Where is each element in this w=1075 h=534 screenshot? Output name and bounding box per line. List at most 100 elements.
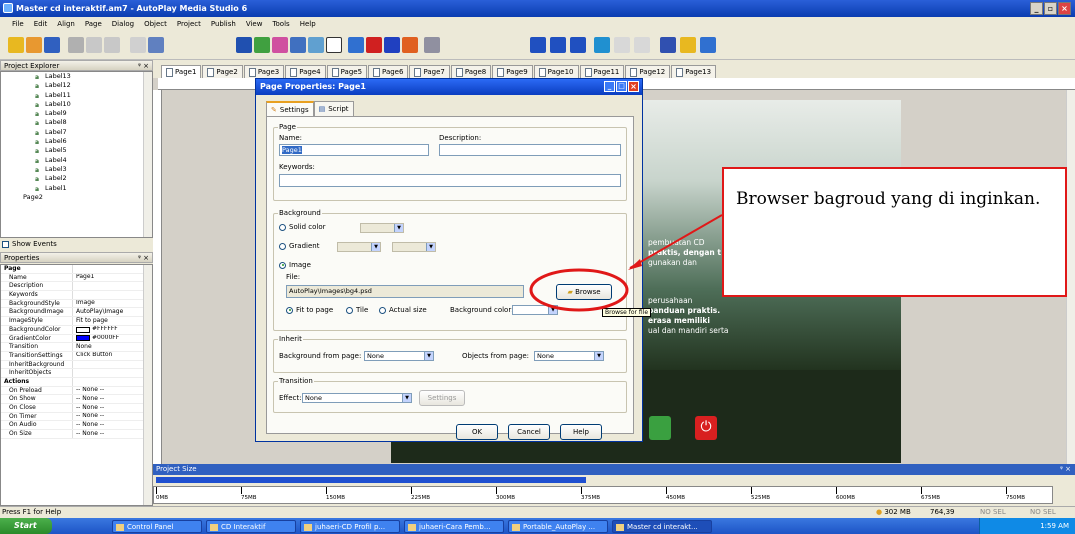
gradient-color-1[interactable]: ▼ — [337, 242, 381, 252]
tree-scrollbar[interactable] — [143, 72, 152, 237]
ok-button[interactable]: OK — [456, 424, 498, 440]
property-row[interactable]: Description — [1, 282, 152, 292]
tree-item[interactable]: a Label5 — [1, 146, 152, 155]
close-button[interactable]: × — [1058, 2, 1071, 15]
paragraph-object-icon[interactable] — [272, 37, 288, 53]
property-row[interactable]: BackgroundColor #FFFFFF — [1, 325, 152, 335]
tree-item[interactable]: a Label13 — [1, 72, 152, 81]
build-icon[interactable] — [680, 37, 696, 53]
property-row[interactable]: On Close -- None -- — [1, 404, 152, 413]
image-radio[interactable]: Image — [279, 261, 311, 269]
tile-radio[interactable]: Tile — [346, 306, 368, 314]
properties-scrollbar[interactable] — [143, 265, 152, 505]
tree-item[interactable]: a Label11 — [1, 91, 152, 100]
undo-icon[interactable] — [130, 37, 146, 53]
dialog-minimize-button[interactable]: _ — [604, 81, 615, 92]
explorer-close-icon[interactable]: ᵠ × — [138, 61, 149, 71]
tab-page[interactable]: Page10 — [533, 65, 579, 78]
search-icon[interactable] — [424, 37, 440, 53]
menu-item[interactable]: Align — [57, 17, 75, 31]
property-row[interactable]: Transition None — [1, 343, 152, 352]
menu-item[interactable]: Publish — [211, 17, 236, 31]
tree-item[interactable]: a Label10 — [1, 100, 152, 109]
fit-to-page-radio[interactable]: Fit to page — [286, 306, 333, 314]
tree-item[interactable]: a Label4 — [1, 156, 152, 165]
exit-door-icon[interactable] — [649, 416, 671, 440]
help-icon[interactable] — [700, 37, 716, 53]
tree-item[interactable]: a Label6 — [1, 137, 152, 146]
property-row[interactable]: On Preload -- None -- — [1, 386, 152, 396]
button-object-icon[interactable] — [236, 37, 252, 53]
taskbar-item[interactable]: CD Interaktif — [206, 519, 296, 533]
tab-page[interactable]: Page6 — [368, 65, 409, 78]
name-field[interactable]: Page1 — [279, 144, 429, 156]
tab-page[interactable]: Page5 — [326, 65, 368, 78]
tab-settings[interactable]: ✎ Settings — [266, 101, 314, 116]
property-row[interactable]: TransitionSettings Click Button — [1, 351, 152, 361]
image-object-icon[interactable] — [290, 37, 306, 53]
page-properties-icon[interactable] — [530, 37, 546, 53]
save-icon[interactable] — [44, 37, 60, 53]
effect-select[interactable]: None ▼ — [302, 393, 412, 403]
property-row[interactable]: On Show -- None -- — [1, 395, 152, 404]
start-button[interactable]: Start — [0, 518, 52, 534]
tab-page[interactable]: Page8 — [450, 65, 492, 78]
property-row[interactable]: On Timer -- None -- — [1, 412, 152, 422]
layout-icon[interactable] — [614, 37, 630, 53]
minimize-button[interactable]: _ — [1030, 2, 1043, 15]
gradient-radio[interactable]: Gradient — [279, 242, 319, 250]
preview-icon[interactable] — [594, 37, 610, 53]
cancel-button[interactable]: Cancel — [508, 424, 550, 440]
tree-item[interactable]: a Label8 — [1, 118, 152, 127]
publish-icon[interactable] — [660, 37, 676, 53]
tab-page[interactable]: Page9 — [492, 65, 533, 78]
web-object-icon[interactable] — [366, 37, 382, 53]
global-functions-icon[interactable] — [550, 37, 566, 53]
menu-item[interactable]: Page — [85, 17, 102, 31]
redo-icon[interactable] — [148, 37, 164, 53]
tab-page[interactable]: Page3 — [243, 65, 285, 78]
maximize-button[interactable]: ▫ — [1044, 2, 1057, 15]
tab-script[interactable]: ▤ Script — [313, 101, 354, 116]
menu-item[interactable]: Project — [177, 17, 201, 31]
tree-item[interactable]: Page2 — [1, 193, 152, 202]
tab-page[interactable]: Page13 — [671, 65, 717, 78]
hotspot-object-icon[interactable] — [402, 37, 418, 53]
canvas-scrollbar[interactable] — [1066, 90, 1075, 464]
property-row[interactable]: Name Page1 — [1, 273, 152, 283]
property-row[interactable]: BackgroundImage AutoPlay\Image — [1, 308, 152, 318]
tab-page[interactable]: Page1 — [161, 65, 202, 78]
label-object-icon[interactable] — [254, 37, 270, 53]
keywords-field[interactable] — [279, 174, 621, 187]
tree-item[interactable]: a Label2 — [1, 174, 152, 183]
flash-object-icon[interactable] — [308, 37, 324, 53]
dialog-close-button[interactable]: × — [628, 81, 639, 92]
paste-icon[interactable] — [104, 37, 120, 53]
gradient-color-2[interactable]: ▼ — [392, 242, 436, 252]
solid-color-picker[interactable]: ▼ — [360, 223, 404, 233]
menu-item[interactable]: View — [246, 17, 263, 31]
property-row[interactable]: On Audio -- None -- — [1, 421, 152, 431]
menu-item[interactable]: Dialog — [112, 17, 134, 31]
property-row[interactable]: On Size -- None -- — [1, 430, 152, 439]
menu-item[interactable]: Help — [300, 17, 316, 31]
property-row[interactable]: ImageStyle Fit to page — [1, 317, 152, 326]
tab-page[interactable]: Page12 — [625, 65, 671, 78]
video-object-icon[interactable] — [348, 37, 364, 53]
rectangle-object-icon[interactable] — [326, 37, 342, 53]
power-icon[interactable]: ⏻ — [695, 416, 717, 440]
property-row[interactable]: GradientColor #0000FF — [1, 334, 152, 344]
actual-size-radio[interactable]: Actual size — [379, 306, 427, 314]
new-icon[interactable] — [8, 37, 24, 53]
obj-from-select[interactable]: None ▼ — [534, 351, 604, 361]
tab-page[interactable]: Page7 — [409, 65, 450, 78]
description-field[interactable] — [439, 144, 621, 156]
property-row[interactable]: InheritBackground — [1, 360, 152, 370]
tree-item[interactable]: a Label1 — [1, 184, 152, 193]
property-row[interactable]: Keywords — [1, 291, 152, 300]
taskbar-item[interactable]: Portable_AutoPlay ... — [508, 519, 608, 533]
menu-item[interactable]: Edit — [34, 17, 48, 31]
show-events-checkbox[interactable] — [2, 240, 9, 248]
tab-page[interactable]: Page4 — [285, 65, 326, 78]
properties-close-icon[interactable]: ᵠ × — [138, 253, 149, 263]
